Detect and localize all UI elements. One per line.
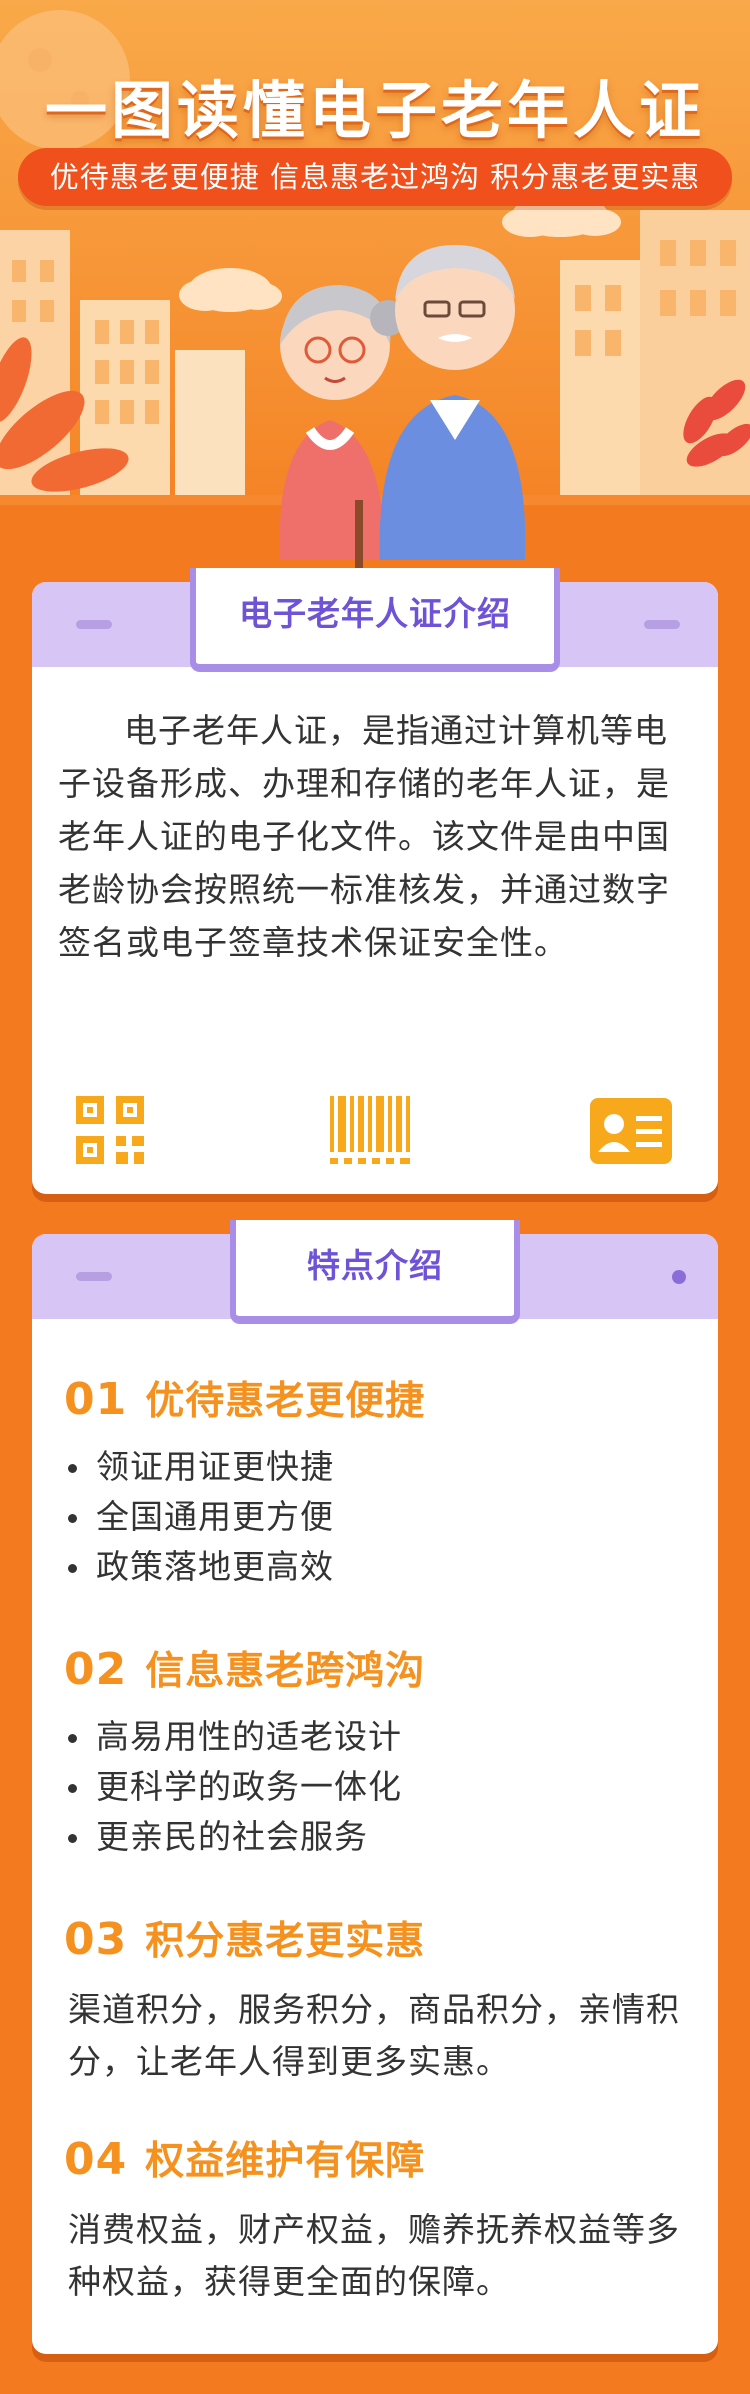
decor-dot bbox=[672, 1270, 686, 1284]
decor-dash bbox=[76, 620, 112, 629]
page-title: 一图读懂电子老年人证 bbox=[44, 74, 705, 147]
feature-heading-02: 02 信息惠老跨鸿沟 bbox=[64, 1640, 425, 1696]
intro-card: 电子老年人证介绍 电子老年人证，是指通过计算机等电子设备形成、办理和存储的老年人… bbox=[32, 568, 718, 1194]
feature-heading-04: 04 权益维护有保障 bbox=[64, 2130, 425, 2186]
feature-title: 权益维护有保障 bbox=[145, 2139, 426, 2184]
features-card: 特点介绍 01 优待惠老更便捷 领证用证更快捷 全国通用更方便 政策落地更高效 0… bbox=[32, 1220, 718, 2354]
feature-text-03: 渠道积分，服务积分，商品积分，亲情积分，让老年人得到更多实惠。 bbox=[68, 1990, 680, 2081]
list-item: 高易用性的适老设计 bbox=[68, 1712, 402, 1762]
feature-list-01: 领证用证更快捷 全国通用更方便 政策落地更高效 bbox=[68, 1442, 334, 1592]
subtitle-banner: 优待惠老更便捷 信息惠老过鸿沟 积分惠老更实惠 bbox=[18, 148, 732, 206]
decor-dash bbox=[644, 620, 680, 629]
feature-heading-03: 03 积分惠老更实惠 bbox=[64, 1910, 425, 1966]
feature-title: 优待惠老更便捷 bbox=[145, 1379, 426, 1424]
barcode-icon bbox=[330, 1096, 410, 1164]
feature-heading-01: 01 优待惠老更便捷 bbox=[64, 1370, 425, 1426]
feature-title: 积分惠老更实惠 bbox=[145, 1919, 426, 1964]
hero-banner: 一图读懂电子老年人证 优待惠老更便捷 信息惠老过鸿沟 积分惠老更实惠 bbox=[0, 0, 750, 600]
feature-text-04: 消费权益，财产权益，赡养抚养权益等多种权益，获得更全面的保障。 bbox=[68, 2210, 680, 2301]
decor-dash bbox=[76, 1272, 112, 1281]
list-item: 政策落地更高效 bbox=[68, 1542, 334, 1592]
intro-heading: 电子老年人证介绍 bbox=[190, 568, 560, 672]
feature-number: 01 bbox=[64, 1374, 128, 1425]
list-item: 领证用证更快捷 bbox=[68, 1442, 334, 1492]
list-item: 更亲民的社会服务 bbox=[68, 1812, 402, 1862]
features-heading: 特点介绍 bbox=[230, 1220, 520, 1324]
intro-text: 电子老年人证，是指通过计算机等电子设备形成、办理和存储的老年人证，是老年人证的电… bbox=[58, 711, 670, 962]
feature-number: 02 bbox=[64, 1644, 128, 1695]
feature-list-02: 高易用性的适老设计 更科学的政务一体化 更亲民的社会服务 bbox=[68, 1712, 402, 1862]
feature-number: 04 bbox=[64, 2134, 128, 2185]
feature-title: 信息惠老跨鸿沟 bbox=[145, 1649, 426, 1694]
list-item: 全国通用更方便 bbox=[68, 1492, 334, 1542]
id-card-icon bbox=[590, 1098, 672, 1164]
feature-number: 03 bbox=[64, 1914, 128, 1965]
qr-code-icon bbox=[76, 1096, 144, 1164]
list-item: 更科学的政务一体化 bbox=[68, 1762, 402, 1812]
